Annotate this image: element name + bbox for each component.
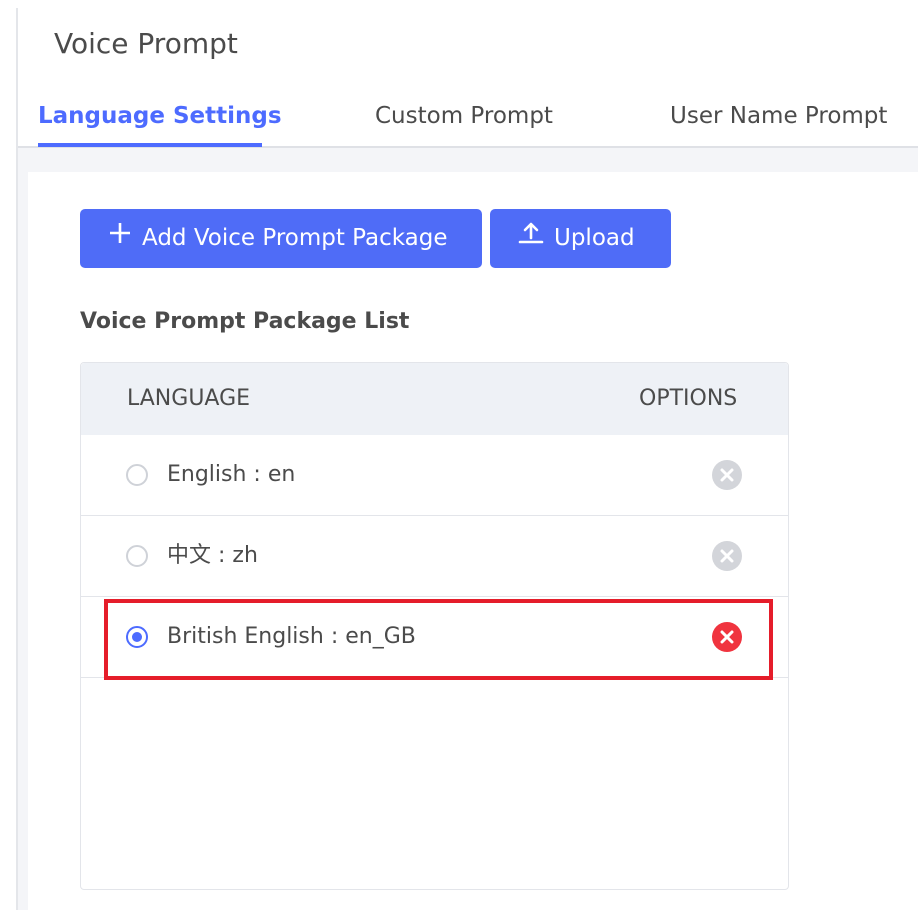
delete-icon[interactable]	[712, 541, 742, 571]
table-header: LANGUAGE OPTIONS	[81, 363, 788, 435]
delete-icon[interactable]	[712, 460, 742, 490]
tab-custom-prompt[interactable]: Custom Prompt	[375, 100, 553, 132]
table-row: 中文 : zh	[81, 516, 788, 597]
page-title: Voice Prompt	[54, 27, 238, 60]
add-voice-prompt-package-label: Add Voice Prompt Package	[142, 225, 448, 251]
section-title: Voice Prompt Package List	[80, 309, 410, 334]
upload-icon	[518, 209, 544, 268]
tab-user-name-prompt[interactable]: User Name Prompt	[670, 100, 887, 132]
language-label: 中文 : zh	[167, 543, 258, 568]
radio-chinese[interactable]	[126, 545, 148, 567]
tab-language-settings[interactable]: Language Settings	[38, 100, 282, 132]
highlight-box	[104, 599, 773, 680]
add-voice-prompt-package-button[interactable]: Add Voice Prompt Package	[80, 209, 482, 268]
plus-icon	[108, 209, 132, 268]
upload-button[interactable]: Upload	[490, 209, 671, 268]
language-label: English : en	[167, 462, 296, 487]
upload-label: Upload	[554, 225, 635, 251]
active-tab-indicator	[38, 143, 262, 147]
column-header-language: LANGUAGE	[127, 386, 251, 411]
radio-english[interactable]	[126, 464, 148, 486]
table-row: English : en	[81, 435, 788, 516]
column-header-options: OPTIONS	[639, 386, 738, 411]
